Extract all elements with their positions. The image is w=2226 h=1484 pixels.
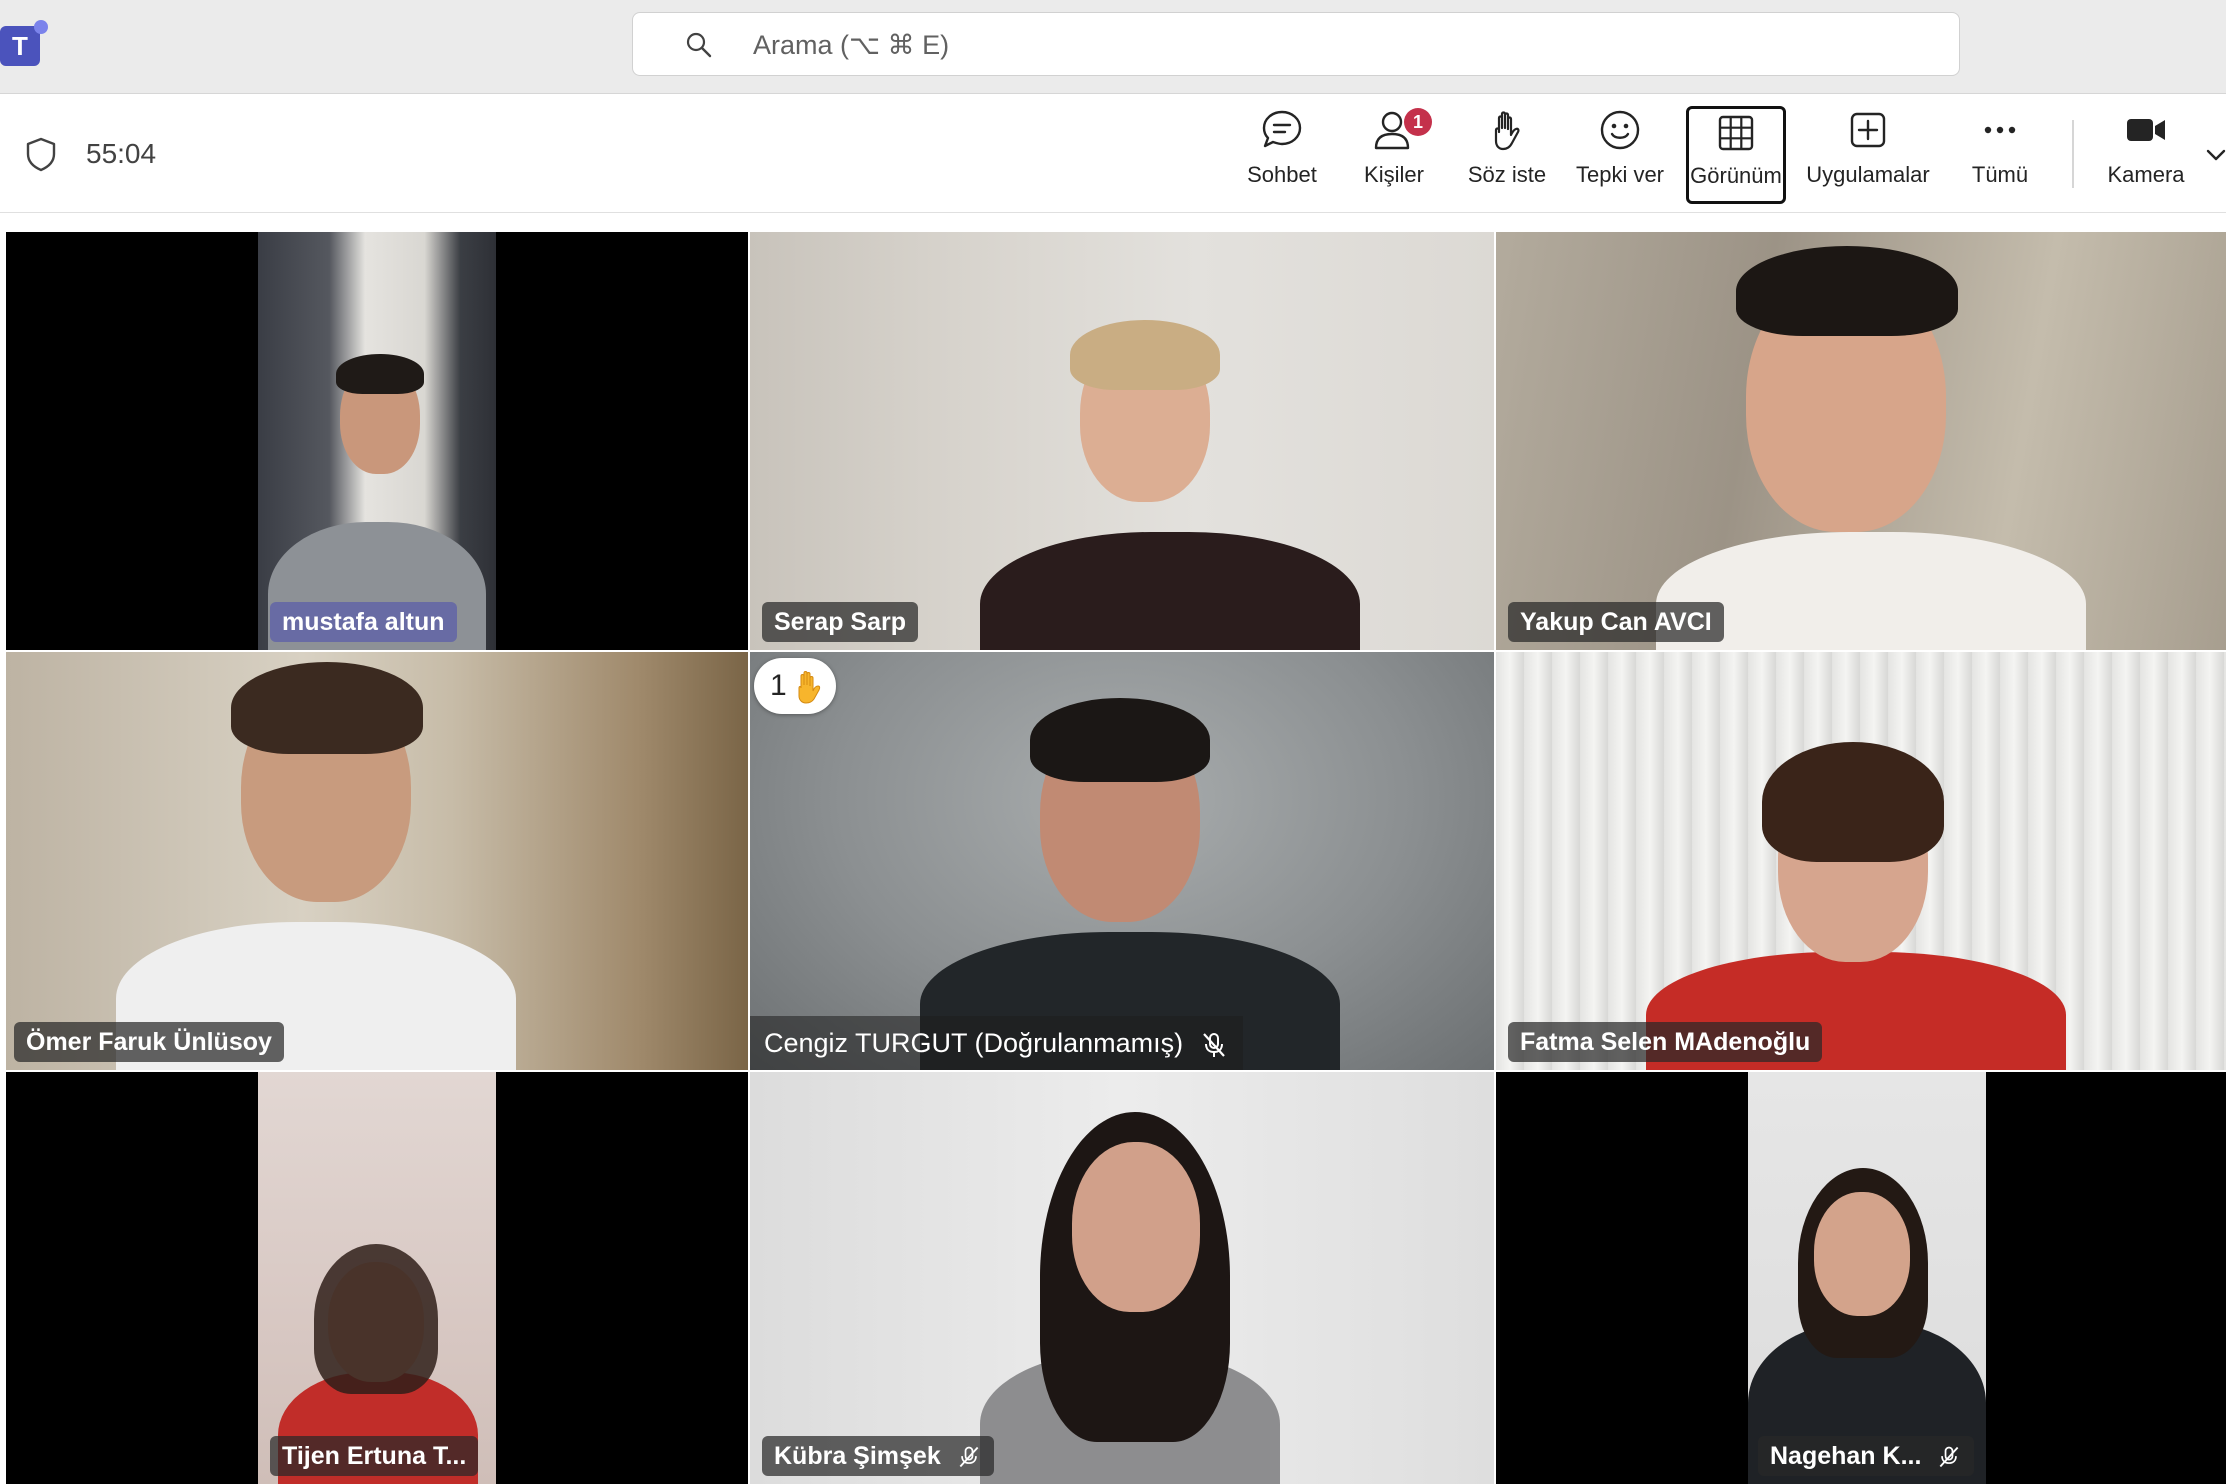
people-button[interactable]: 1 Kişiler (1354, 108, 1434, 204)
participant-tile[interactable]: Ömer Faruk Ünlüsoy (6, 652, 748, 1070)
participant-name: Nagehan K... (1770, 1442, 1922, 1470)
meeting-timer: 55:04 (86, 138, 157, 169)
logo-dot (34, 20, 48, 34)
participant-tile[interactable]: Yakup Can AVCI (1496, 232, 2226, 650)
toolbar-divider (2072, 120, 2074, 188)
person-face (1072, 1142, 1200, 1312)
participant-tile[interactable]: Nagehan K... (1496, 1072, 2226, 1484)
raised-hand-indicator: 1 (754, 658, 836, 714)
search-icon (686, 32, 712, 58)
video-camera-icon (2127, 119, 2165, 141)
chat-button[interactable]: Sohbet (1242, 108, 1322, 204)
apps-button[interactable]: Uygulamalar (1800, 108, 1936, 204)
participant-tile[interactable]: 1 Cengiz TURGUT (Doğrulanmamış) (750, 652, 1494, 1070)
participant-tile[interactable]: Tijen Ertuna T... (6, 1072, 748, 1484)
logo-letter: T (12, 31, 28, 61)
participant-tile[interactable]: Kübra Şimşek (750, 1072, 1494, 1484)
participant-tile[interactable]: Serap Sarp (750, 232, 1494, 650)
video-feed (750, 652, 1494, 1070)
video-feed (258, 232, 496, 650)
react-label: Tepki ver (1575, 162, 1665, 187)
person-hair (336, 354, 424, 394)
participant-name: mustafa altun (270, 602, 457, 642)
participant-name: Tijen Ertuna T... (270, 1436, 479, 1476)
react-button[interactable]: Tepki ver (1570, 108, 1670, 204)
smiley-icon (1600, 110, 1640, 150)
participant-name: Yakup Can AVCI (1508, 602, 1724, 642)
participant-name-bar: Kübra Şimşek (762, 1436, 994, 1476)
shield-icon[interactable] (24, 136, 58, 172)
video-feed (1748, 1072, 1986, 1484)
video-feed (258, 1072, 496, 1484)
participant-name: Cengiz TURGUT (Doğrulanmamış) (764, 1028, 1184, 1058)
person-hair (1070, 320, 1220, 390)
mic-off-icon (1940, 1446, 1959, 1468)
person-hair (1030, 698, 1210, 782)
more-button[interactable]: Tümü (1960, 108, 2040, 204)
participant-tile[interactable]: Fatma Selen MAdenoğlu (1496, 652, 2226, 1070)
mic-off-icon (959, 1446, 979, 1468)
chat-label: Sohbet (1247, 162, 1317, 187)
search-input[interactable] (751, 13, 1855, 77)
more-dots-icon (1984, 126, 2016, 134)
raised-hand-emoji-icon (798, 671, 821, 704)
video-feed (1496, 652, 2226, 1070)
person-hair (231, 662, 423, 754)
person-face (1814, 1192, 1910, 1316)
video-feed (6, 652, 748, 1070)
camera-label: Kamera (2107, 162, 2185, 187)
people-label: Kişiler (1364, 162, 1424, 187)
person-body (980, 532, 1360, 650)
participant-name: Kübra Şimşek (774, 1442, 941, 1470)
participant-name-bar: Nagehan K... (1758, 1436, 1975, 1476)
video-feed (750, 232, 1494, 650)
chat-icon (1262, 110, 1302, 148)
participant-name: Serap Sarp (762, 602, 919, 642)
participant-name: Fatma Selen MAdenoğlu (1508, 1022, 1823, 1062)
view-button[interactable]: Görünüm (1686, 106, 1786, 204)
title-bar: T (0, 0, 2226, 94)
chevron-down-icon[interactable] (2206, 148, 2226, 162)
apps-label: Uygulamalar (1806, 162, 1930, 187)
grid-view-icon (1718, 115, 1754, 151)
people-count-badge: 1 (1404, 108, 1432, 136)
meeting-toolbar: 55:04 Sohbet 1 Kişiler Söz iste Tepki ve… (0, 94, 2226, 213)
add-app-icon (1850, 112, 1886, 148)
person-hair (1736, 246, 1958, 336)
more-label: Tümü (1971, 162, 2029, 187)
person-hair (314, 1244, 438, 1394)
video-feed (1496, 232, 2226, 650)
participant-name-bar: Cengiz TURGUT (Doğrulanmamış) (750, 1016, 1243, 1070)
teams-logo-icon[interactable]: T (0, 20, 48, 66)
video-grid: mustafa altun Serap Sarp Yakup Can AVCI … (0, 232, 2226, 1484)
raise-hand-label: Söz iste (1467, 162, 1547, 187)
raise-hand-icon (1494, 111, 1520, 151)
participant-name: Ömer Faruk Ünlüsoy (14, 1022, 284, 1062)
mic-off-icon (1202, 1032, 1225, 1057)
participant-tile[interactable]: mustafa altun (6, 232, 748, 650)
search-box[interactable] (632, 12, 1960, 77)
view-label: Görünüm (1690, 163, 1782, 188)
camera-button[interactable]: Kamera (2100, 108, 2192, 204)
video-feed (750, 1072, 1494, 1484)
person-hair (1762, 742, 1944, 862)
raise-hand-button[interactable]: Söz iste (1462, 108, 1552, 204)
raised-hand-count: 1 (770, 669, 787, 702)
